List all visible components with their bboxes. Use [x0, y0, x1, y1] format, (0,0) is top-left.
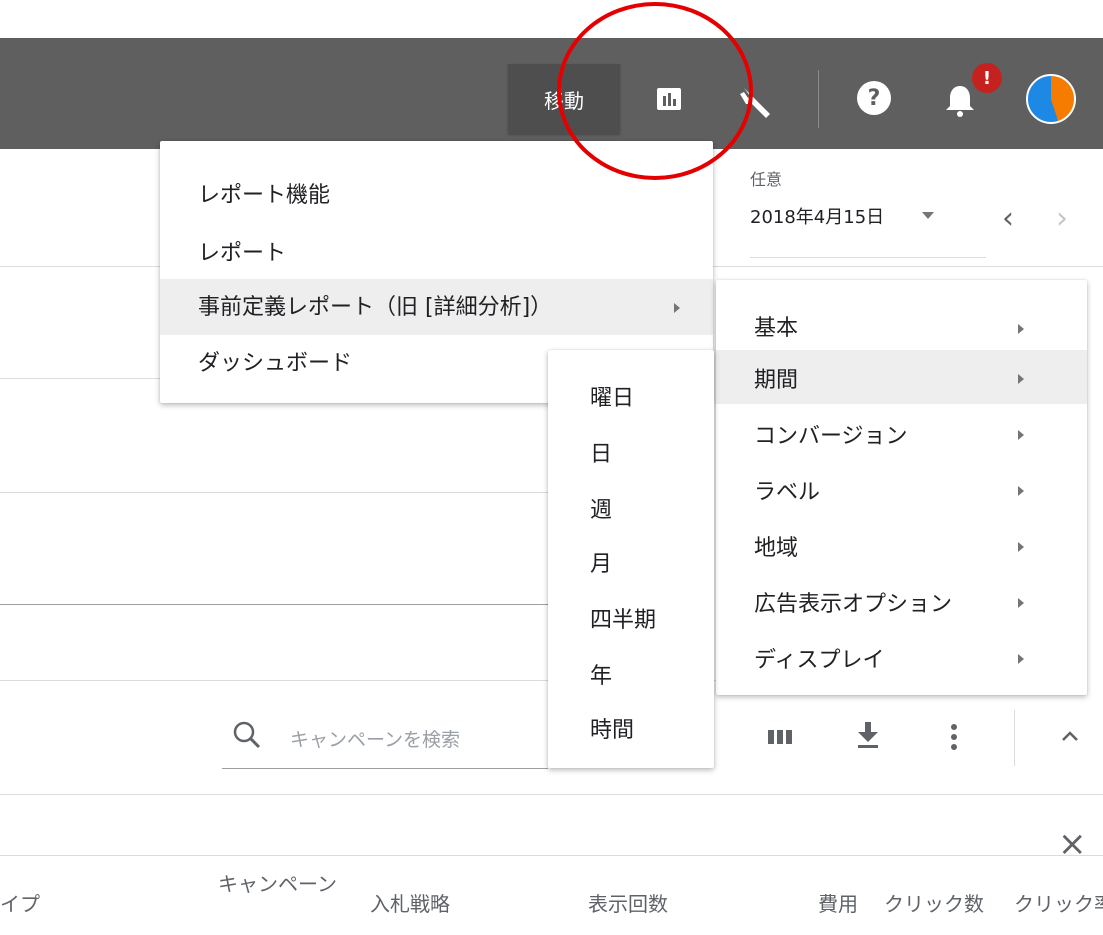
menu-item-day-of-week[interactable]: 曜日 — [590, 380, 634, 412]
menu-item-labels[interactable]: ラベル — [716, 462, 1087, 518]
menu-item-month[interactable]: 月 — [590, 546, 612, 578]
column-header[interactable]: クリック率 — [1014, 888, 1103, 917]
menu-item-label: 事前定義レポート（旧 [詳細分析]） — [198, 295, 553, 320]
menu-item-year[interactable]: 年 — [590, 658, 612, 690]
search-underline — [222, 768, 548, 769]
menu-item-label: 基本 — [754, 316, 799, 341]
divider — [0, 794, 1103, 795]
submenu-arrow-icon — [1018, 486, 1024, 496]
menu-item-ad-extensions[interactable]: 広告表示オプション — [716, 574, 1087, 630]
help-icon[interactable]: ? — [857, 81, 891, 115]
submenu-arrow-icon — [674, 303, 680, 313]
search-icon[interactable] — [232, 720, 262, 754]
account-avatar[interactable] — [1026, 74, 1076, 124]
chevron-up-icon[interactable] — [1056, 724, 1084, 748]
divider — [0, 492, 560, 493]
next-period-icon[interactable]: › — [1056, 204, 1068, 234]
submenu-arrow-icon — [1018, 430, 1024, 440]
menu-item-hour[interactable]: 時間 — [590, 712, 634, 744]
submenu-arrow-icon — [1018, 598, 1024, 608]
submenu-arrow-icon — [1018, 654, 1024, 664]
predefined-reports-submenu: 基本 期間 コンバージョン ラベル 地域 広告表示オプション ディスプレイ — [716, 280, 1087, 695]
submenu-arrow-icon — [1018, 542, 1024, 552]
menu-item-label: ラベル — [754, 480, 821, 505]
toolbar-divider — [1014, 710, 1015, 766]
date-dropdown-icon[interactable] — [922, 212, 934, 219]
submenu-arrow-icon — [1018, 374, 1024, 384]
menu-item-label: 地域 — [754, 536, 799, 561]
close-icon[interactable]: × — [1058, 824, 1087, 864]
divider — [0, 604, 560, 605]
date-range-value[interactable]: 2018年4月15日 — [750, 203, 884, 229]
wrench-icon[interactable] — [734, 78, 778, 122]
notification-badge: ! — [972, 63, 1002, 93]
menu-item-label: 期間 — [754, 368, 799, 393]
goto-button[interactable]: 移動 — [508, 64, 620, 134]
menu-item-quarter[interactable]: 四半期 — [590, 602, 656, 634]
menu-item-label: コンバージョン — [754, 424, 908, 449]
divider — [0, 855, 1103, 856]
period-submenu: 曜日 日 週 月 四半期 年 時間 — [548, 350, 714, 768]
date-range-label: 任意 — [750, 170, 783, 189]
menu-item-basic[interactable]: 基本 — [716, 296, 1087, 352]
menu-item-label: 広告表示オプション — [754, 592, 953, 617]
date-underline — [750, 257, 986, 258]
menu-item-label: ディスプレイ — [754, 648, 885, 673]
menu-item-day[interactable]: 日 — [590, 436, 612, 468]
menu-item-week[interactable]: 週 — [590, 492, 612, 524]
bar-chart-icon[interactable] — [652, 84, 686, 114]
column-header[interactable]: 入札戦略 — [370, 888, 450, 917]
menu-item-dashboard[interactable]: ダッシュボード — [198, 345, 352, 377]
columns-icon[interactable] — [765, 724, 795, 750]
menu-item-report-features[interactable]: レポート機能 — [198, 177, 330, 209]
column-header[interactable]: イプ — [0, 888, 40, 917]
more-vert-icon[interactable] — [944, 720, 964, 754]
menu-item-reports[interactable]: レポート — [198, 235, 286, 267]
menu-item-predefined-reports[interactable]: 事前定義レポート（旧 [詳細分析]） — [160, 279, 713, 335]
menu-item-region[interactable]: 地域 — [716, 518, 1087, 574]
submenu-arrow-icon — [1018, 324, 1024, 334]
column-header[interactable]: 費用 — [818, 888, 858, 917]
search-input[interactable]: キャンペーンを検索 — [290, 725, 460, 752]
download-icon[interactable] — [853, 718, 883, 752]
column-header[interactable]: 表示回数 — [588, 888, 668, 917]
column-header[interactable]: キャンペーン — [218, 868, 337, 897]
toolbar-divider — [818, 70, 819, 128]
prev-period-icon[interactable]: ‹ — [1002, 204, 1014, 234]
column-header[interactable]: クリック数 — [884, 888, 984, 917]
menu-item-period[interactable]: 期間 — [716, 350, 1087, 404]
menu-item-conversion[interactable]: コンバージョン — [716, 406, 1087, 462]
menu-item-display[interactable]: ディスプレイ — [716, 630, 1087, 686]
